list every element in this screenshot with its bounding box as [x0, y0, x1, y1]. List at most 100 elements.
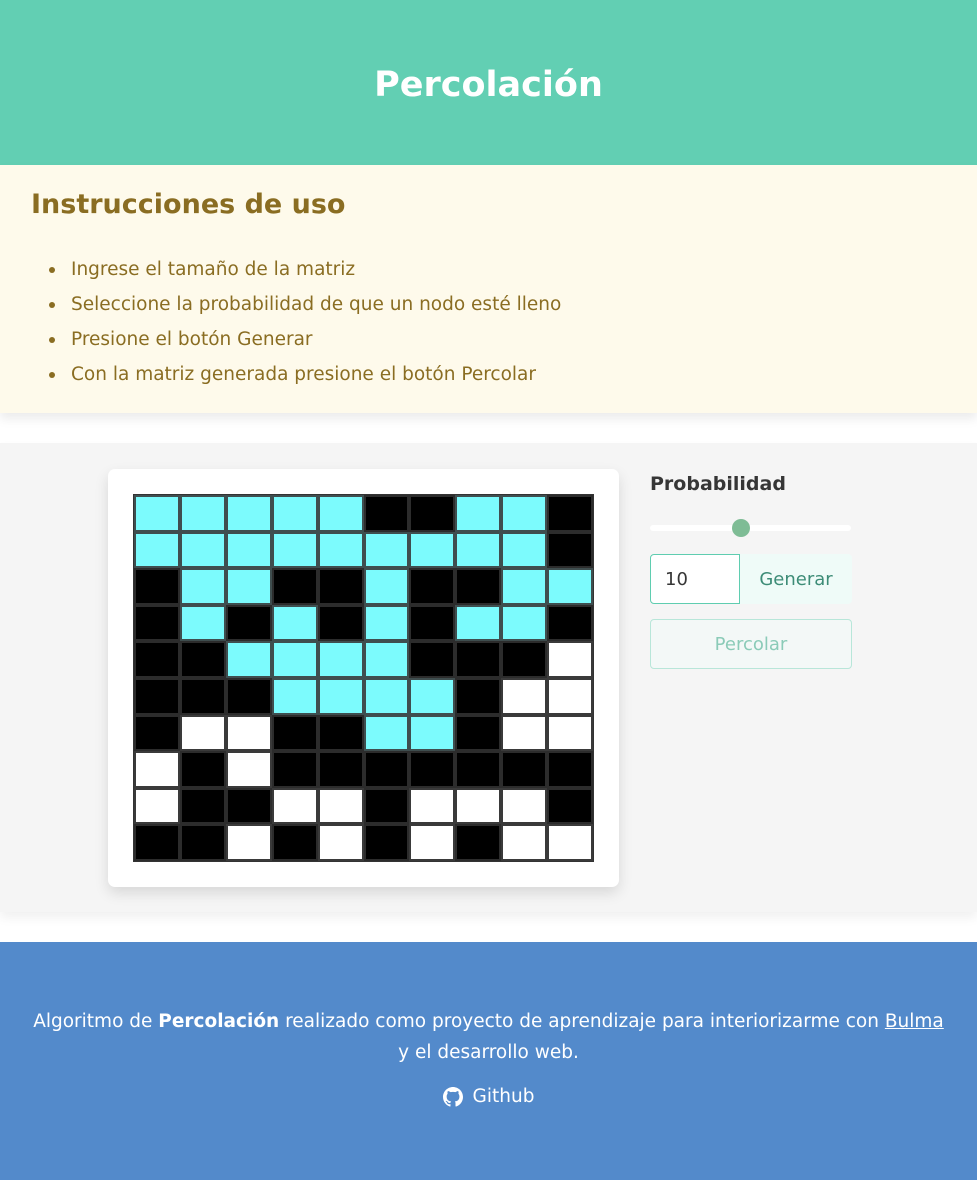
matrix-cell	[179, 495, 226, 532]
instruction-item: Ingrese el tamaño de la matriz	[31, 256, 561, 291]
matrix-cell	[501, 531, 548, 569]
matrix-cell	[409, 641, 456, 678]
matrix-cell	[455, 751, 502, 788]
matrix-cell	[409, 677, 456, 715]
matrix-cell	[134, 751, 180, 788]
size-input[interactable]	[650, 554, 740, 604]
matrix-cell	[547, 531, 593, 569]
matrix-cell	[455, 495, 502, 532]
matrix-cell	[179, 641, 226, 678]
matrix-cell	[501, 787, 548, 825]
matrix-cell	[271, 677, 318, 715]
footer-text-after: y el desarrollo web.	[398, 1042, 579, 1063]
matrix-cell	[547, 714, 593, 752]
matrix-cell	[363, 495, 410, 532]
matrix-cell	[225, 604, 272, 642]
matrix-cell	[271, 531, 318, 569]
matrix-cell	[547, 604, 593, 642]
matrix-cell	[363, 751, 410, 788]
matrix-cell	[501, 824, 548, 861]
matrix-cell	[225, 824, 272, 861]
github-label: Github	[472, 1086, 535, 1107]
hero-header: Percolación	[0, 0, 977, 165]
matrix-cell	[363, 531, 410, 569]
percolation-matrix	[133, 494, 594, 862]
matrix-cell	[317, 531, 364, 569]
matrix-cell	[134, 641, 180, 678]
matrix-cell	[455, 604, 502, 642]
matrix-cell	[317, 641, 364, 678]
matrix-cell	[179, 677, 226, 715]
matrix-cell	[409, 787, 456, 825]
matrix-cell	[455, 714, 502, 752]
matrix-cell	[179, 714, 226, 752]
matrix-cell	[501, 495, 548, 532]
matrix-cell	[501, 641, 548, 678]
instructions-title: Instrucciones de uso	[31, 189, 346, 220]
matrix-cell	[409, 751, 456, 788]
matrix-cell	[271, 568, 318, 605]
matrix-cell	[501, 677, 548, 715]
matrix-cell	[409, 568, 456, 605]
matrix-cell	[363, 641, 410, 678]
matrix-cell	[225, 531, 272, 569]
matrix-cell	[363, 568, 410, 605]
footer-text-middle: realizado como proyecto de aprendizaje p…	[279, 1011, 885, 1032]
matrix-cell	[271, 787, 318, 825]
matrix-cell	[179, 604, 226, 642]
matrix-cell	[271, 604, 318, 642]
instruction-item: Seleccione la probabilidad de que un nod…	[31, 291, 561, 326]
matrix-cell	[409, 714, 456, 752]
percolate-button[interactable]: Percolar	[650, 619, 852, 669]
github-link[interactable]: Github	[0, 1086, 977, 1107]
slider-thumb[interactable]	[732, 519, 751, 537]
matrix-cell	[547, 824, 593, 861]
matrix-cell	[179, 531, 226, 569]
matrix-cell	[134, 787, 180, 825]
matrix-cell	[179, 568, 226, 605]
matrix-cell	[271, 751, 318, 788]
matrix-cell	[501, 751, 548, 788]
matrix-cell	[134, 604, 180, 642]
matrix-card	[108, 469, 619, 887]
bulma-link[interactable]: Bulma	[885, 1011, 944, 1032]
matrix-cell	[455, 568, 502, 605]
matrix-cell	[501, 714, 548, 752]
matrix-cell	[134, 531, 180, 569]
matrix-cell	[271, 495, 318, 532]
matrix-cell	[547, 677, 593, 715]
simulation-panel: Probabilidad Generar Percolar	[0, 443, 977, 912]
matrix-cell	[547, 495, 593, 532]
matrix-cell	[409, 604, 456, 642]
matrix-cell	[547, 641, 593, 678]
matrix-cell	[225, 641, 272, 678]
generate-button[interactable]: Generar	[740, 554, 852, 604]
matrix-cell	[501, 604, 548, 642]
matrix-cell	[363, 714, 410, 752]
instructions-notice: Instrucciones de uso Ingrese el tamaño d…	[0, 165, 977, 413]
probability-slider[interactable]	[650, 519, 851, 537]
matrix-cell	[409, 531, 456, 569]
matrix-cell	[134, 568, 180, 605]
matrix-cell	[271, 824, 318, 861]
matrix-cell	[409, 824, 456, 861]
instructions-list: Ingrese el tamaño de la matriz Seleccion…	[31, 256, 561, 396]
instruction-item: Con la matriz generada presione el botón…	[31, 361, 561, 396]
page-title: Percolación	[374, 64, 603, 105]
matrix-cell	[225, 495, 272, 532]
matrix-cell	[134, 495, 180, 532]
footer-bold: Percolación	[158, 1011, 280, 1032]
footer-text: Algoritmo de Percolación realizado como …	[30, 1006, 947, 1068]
matrix-cell	[317, 824, 364, 861]
matrix-cell	[225, 751, 272, 788]
matrix-cell	[225, 568, 272, 605]
matrix-cell	[317, 677, 364, 715]
matrix-cell	[317, 714, 364, 752]
matrix-cell	[271, 714, 318, 752]
matrix-cell	[455, 677, 502, 715]
matrix-cell	[455, 641, 502, 678]
matrix-cell	[501, 568, 548, 605]
matrix-cell	[455, 531, 502, 569]
matrix-cell	[317, 604, 364, 642]
matrix-cell	[547, 787, 593, 825]
